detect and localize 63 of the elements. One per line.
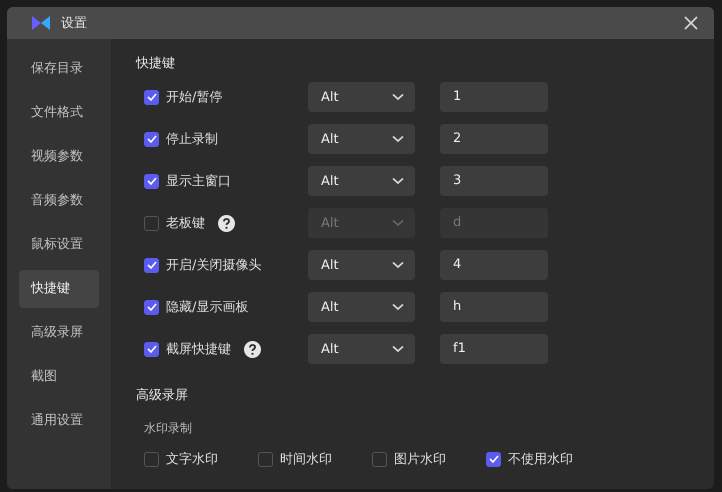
option-label: 不使用水印 xyxy=(508,451,573,468)
check-icon xyxy=(146,345,156,353)
sidebar-item[interactable]: 鼠标设置 xyxy=(19,226,99,264)
shortcut-label: 老板键 xyxy=(166,215,205,232)
key-field[interactable]: 1 xyxy=(440,82,548,112)
checkbox[interactable] xyxy=(144,342,159,356)
checkbox[interactable] xyxy=(486,452,501,466)
shortcut-label: 截屏快捷键 xyxy=(166,341,231,358)
modifier-select[interactable]: Alt xyxy=(308,334,415,364)
window-title: 设置 xyxy=(61,15,88,32)
checkbox[interactable] xyxy=(144,258,159,272)
help-icon[interactable] xyxy=(244,340,261,358)
key-field[interactable]: 2 xyxy=(440,124,548,154)
sidebar-item[interactable]: 高级录屏 xyxy=(19,314,99,352)
key-field[interactable]: h xyxy=(440,292,548,322)
caret-icon xyxy=(392,177,404,185)
option-label: 时间水印 xyxy=(280,451,332,468)
modifier-select[interactable]: Alt xyxy=(308,292,415,322)
check-icon xyxy=(146,135,156,143)
subsection-title: 水印录制 xyxy=(144,420,193,437)
caret-icon xyxy=(392,261,404,269)
checkbox[interactable] xyxy=(144,300,159,314)
caret-icon xyxy=(392,93,404,101)
sidebar-item[interactable]: 保存目录 xyxy=(19,50,99,88)
checkbox[interactable] xyxy=(258,452,273,466)
check-icon xyxy=(146,93,156,101)
modifier-select[interactable]: Alt xyxy=(308,166,415,196)
sidebar-item[interactable]: 音频参数 xyxy=(19,182,99,220)
modifier-select[interactable]: Alt xyxy=(308,82,415,112)
sidebar-item[interactable]: 截图 xyxy=(19,358,99,396)
checkbox[interactable] xyxy=(144,132,159,146)
checkbox[interactable] xyxy=(144,174,159,188)
modifier-select[interactable]: Alt xyxy=(308,250,415,280)
sidebar-item[interactable]: 通用设置 xyxy=(19,402,99,440)
sidebar-item[interactable]: 视频参数 xyxy=(19,138,99,176)
logo-icon xyxy=(31,15,51,31)
key-field[interactable]: 3 xyxy=(440,166,548,196)
shortcut-label: 隐藏/显示画板 xyxy=(166,299,248,316)
shortcut-label: 停止录制 xyxy=(166,131,218,148)
check-icon xyxy=(146,303,156,311)
checkbox[interactable] xyxy=(144,90,159,104)
shortcut-label: 显示主窗口 xyxy=(166,173,231,190)
caret-icon xyxy=(392,345,404,353)
caret-icon xyxy=(392,135,404,143)
check-icon xyxy=(146,177,156,185)
key-field[interactable]: f1 xyxy=(440,334,548,364)
section-title: 高级录屏 xyxy=(136,387,189,405)
caret-icon xyxy=(392,303,404,311)
close-icon[interactable] xyxy=(684,16,698,30)
shortcut-label: 开启/关闭摄像头 xyxy=(166,257,262,274)
checkbox[interactable] xyxy=(144,452,159,466)
option-label: 文字水印 xyxy=(166,451,218,468)
modifier-select[interactable]: Alt xyxy=(308,124,415,154)
key-field[interactable]: 4 xyxy=(440,250,548,280)
check-icon xyxy=(488,455,498,463)
caret-icon xyxy=(392,219,404,227)
sidebar-item[interactable]: 快捷键 xyxy=(19,270,99,308)
checkbox[interactable] xyxy=(372,452,387,466)
check-icon xyxy=(146,261,156,269)
option-label: 图片水印 xyxy=(394,451,446,468)
sidebar-item[interactable]: 文件格式 xyxy=(19,94,99,132)
section-title: 快捷键 xyxy=(136,55,176,73)
shortcut-label: 开始/暂停 xyxy=(166,89,222,106)
